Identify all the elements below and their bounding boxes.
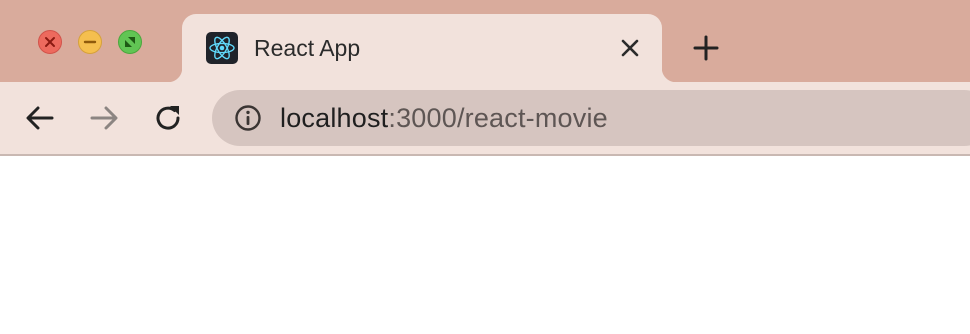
info-icon[interactable] — [234, 104, 262, 132]
window-minimize-button[interactable] — [78, 30, 102, 54]
browser-window: React App localhost:3000/react-movie — [0, 0, 970, 334]
minimize-icon — [83, 40, 97, 44]
window-close-button[interactable] — [38, 30, 62, 54]
tab-strip: React App — [0, 0, 970, 82]
new-tab-button[interactable] — [692, 34, 720, 62]
tab-title: React App — [254, 35, 361, 61]
close-icon — [621, 39, 639, 57]
reload-icon — [156, 106, 180, 130]
window-maximize-button[interactable] — [118, 30, 142, 54]
fullscreen-icon — [125, 37, 135, 47]
tab-active[interactable]: React App — [168, 14, 676, 82]
forward-button[interactable] — [88, 102, 120, 134]
reload-button[interactable] — [152, 102, 184, 134]
address-bar[interactable]: localhost:3000/react-movie — [212, 90, 970, 146]
url-text[interactable]: localhost:3000/react-movie — [280, 103, 608, 133]
plus-icon — [693, 35, 719, 61]
page-content — [0, 156, 970, 334]
react-logo-icon — [206, 32, 238, 64]
back-button[interactable] — [24, 102, 56, 134]
url-path: :3000/react-movie — [388, 103, 608, 133]
close-icon — [45, 37, 55, 47]
arrow-left-icon — [26, 106, 54, 130]
browser-toolbar: localhost:3000/react-movie — [0, 82, 970, 156]
url-host: localhost — [280, 103, 389, 133]
arrow-right-icon — [90, 106, 118, 130]
tab-close-button[interactable] — [618, 36, 642, 60]
